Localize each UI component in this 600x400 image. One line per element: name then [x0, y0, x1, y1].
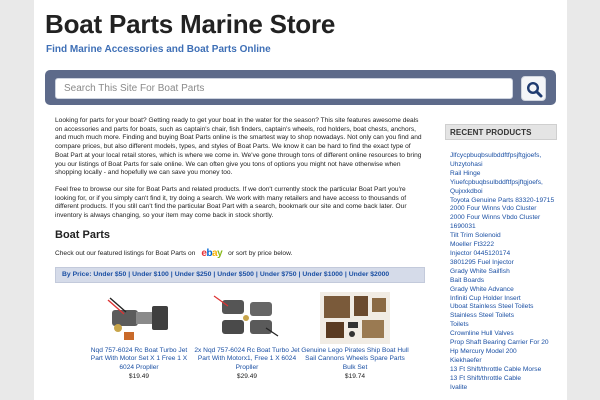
search-button[interactable] — [521, 76, 546, 101]
recent-product-link[interactable]: Grady White Sailfish — [450, 268, 557, 277]
product-price: $29.49 — [236, 373, 258, 381]
featured-listings-line: Check out our featured listings for Boat… — [55, 248, 425, 260]
price-filter-under-50[interactable]: Under $50 — [93, 271, 126, 278]
recent-product-link[interactable]: Grady White Advance — [450, 286, 557, 295]
price-filter-under-100[interactable]: Under $100 — [132, 271, 169, 278]
product-title[interactable]: Nqd 757-6024 Rc Boat Turbo Jet Part With… — [85, 347, 193, 373]
recent-product-link[interactable]: Crownline Hull Valves — [450, 330, 557, 339]
recent-product-link[interactable]: 2000 Four Winns Vdo Cluster — [450, 205, 557, 214]
recent-product-link[interactable]: Jlfcycpbuqbsulbddftfpsjftgjoefs, Uhzytoh… — [450, 152, 557, 170]
product-card[interactable]: Genuine Lego Pirates Ship Boat Hull Sail… — [301, 291, 409, 381]
product-image[interactable] — [104, 292, 174, 344]
browse-paragraph: Feel free to browse our site for Boat Pa… — [55, 185, 407, 220]
search-icon — [526, 81, 543, 98]
price-filter-under-1000[interactable]: Under $1000 — [302, 271, 342, 278]
page-container: Boat Parts Marine Store Find Marine Acce… — [34, 0, 567, 400]
recent-product-link[interactable]: Infiniti Cup Holder Insert — [450, 295, 557, 304]
main-content: Looking for parts for your boat? Getting… — [55, 117, 425, 382]
featured-prefix: Check out our featured listings for Boat… — [55, 250, 196, 258]
recent-product-link[interactable]: Injector 0445120174 — [450, 250, 557, 259]
recent-product-link[interactable]: Toyota Genuine Parts 83320-19715 — [450, 197, 557, 206]
recent-product-link[interactable]: Moeller Ft3222 — [450, 241, 557, 250]
product-price: $19.74 — [344, 373, 366, 381]
recent-product-link[interactable]: 13 Ft Shift/throttle Cable — [450, 375, 557, 384]
price-filter-bar: By Price: Under $50 | Under $100 | Under $… — [55, 266, 425, 283]
product-image[interactable] — [212, 292, 282, 344]
ebay-logo[interactable]: ebay — [201, 248, 222, 259]
price-filter-label: By Price: — [62, 271, 92, 279]
recent-products-list: Jlfcycpbuqbsulbddftfpsjftgjoefs, Uhzytoh… — [445, 152, 557, 392]
product-card[interactable]: Nqd 757-6024 Rc Boat Turbo Jet Part With… — [85, 292, 193, 381]
sidebar: RECENT PRODUCTS Jlfcycpbuqbsulbddftfpsjf… — [445, 124, 557, 392]
search-bar — [45, 70, 556, 105]
recent-product-link[interactable]: 2000 Four Winns Vbdo Cluster 1690031 — [450, 214, 557, 232]
site-title[interactable]: Boat Parts Marine Store — [45, 9, 335, 40]
price-filter-under-250[interactable]: Under $250 — [175, 271, 212, 278]
product-card[interactable]: 2x Nqd 757-6024 Rc Boat Turbo Jet Part W… — [193, 292, 301, 381]
recent-product-link[interactable]: 13 Ft Shift/throttle Cable Morse — [450, 366, 557, 375]
search-input[interactable] — [55, 78, 513, 99]
recent-product-link[interactable]: Prop Shaft Bearing Carrier For 20 Hp Mer… — [450, 339, 557, 357]
featured-suffix: or sort by price below. — [228, 250, 293, 258]
site-tagline: Find Marine Accessories and Boat Parts O… — [46, 44, 271, 55]
recent-product-link[interactable]: Toilets — [450, 321, 557, 330]
product-title[interactable]: 2x Nqd 757-6024 Rc Boat Turbo Jet Part W… — [193, 347, 301, 373]
recent-product-link[interactable]: Uboat Stainless Steel Toilets — [450, 303, 557, 312]
price-filter-under-500[interactable]: Under $500 — [217, 271, 254, 278]
recent-product-link[interactable]: Bait Boards — [450, 277, 557, 286]
recent-product-link[interactable]: Ivalite — [450, 384, 557, 393]
ebay-logo-letter: y — [217, 248, 223, 260]
product-image[interactable] — [320, 291, 390, 344]
price-filter-under-750[interactable]: Under $750 — [260, 271, 297, 278]
recent-product-link[interactable]: Tilt Trim Solenoid — [450, 232, 557, 241]
recent-product-link[interactable]: Rail Hinge — [450, 170, 557, 179]
price-filter-under-2000[interactable]: Under $2000 — [349, 271, 389, 278]
product-title[interactable]: Genuine Lego Pirates Ship Boat Hull Sail… — [301, 347, 409, 373]
product-grid: Nqd 757-6024 Rc Boat Turbo Jet Part With… — [55, 291, 425, 382]
product-price: $19.49 — [128, 373, 150, 381]
section-heading: Boat Parts — [55, 228, 111, 241]
sidebar-heading: RECENT PRODUCTS — [445, 124, 557, 140]
recent-product-link[interactable]: Stainless Steel Toilets — [450, 312, 557, 321]
recent-product-link[interactable]: Kiekhaefer — [450, 357, 557, 366]
intro-paragraph: Looking for parts for your boat? Getting… — [55, 117, 422, 177]
recent-product-link[interactable]: 3801295 Fuel Injector — [450, 259, 557, 268]
recent-product-link[interactable]: Yiuefcpbuqbsulbddftfpsjftgjoefs, Qujxxkd… — [450, 179, 557, 197]
